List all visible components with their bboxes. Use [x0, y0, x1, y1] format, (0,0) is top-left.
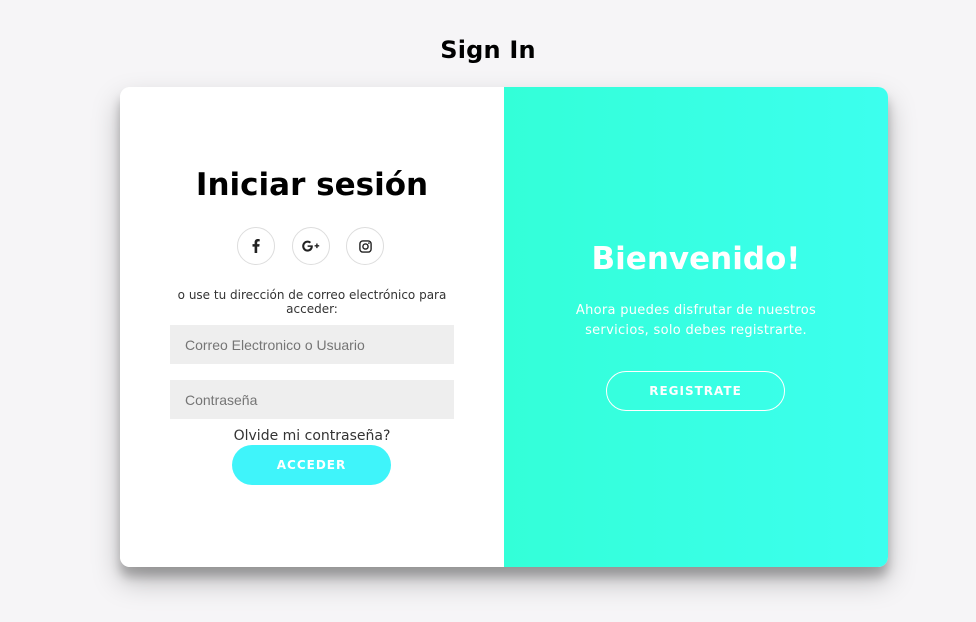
page-title: Sign In	[440, 36, 536, 64]
social-login-group	[237, 227, 387, 267]
sign-in-heading: Iniciar sesión	[195, 167, 429, 203]
register-button[interactable]: REGISTRATE	[606, 371, 785, 411]
welcome-text: Ahora puedes disfrutar de nuestros servi…	[575, 303, 817, 338]
google-plus-button[interactable]	[292, 227, 330, 265]
sign-in-form: Iniciar sesión o use tu dirección de cor…	[120, 87, 504, 567]
welcome-panel: Bienvenido! Ahora puedes disfrutar de nu…	[504, 87, 888, 567]
google-plus-icon	[302, 240, 320, 252]
auth-card: Iniciar sesión o use tu dirección de cor…	[120, 87, 888, 567]
facebook-button[interactable]	[237, 227, 275, 265]
instagram-button[interactable]	[346, 227, 384, 265]
forgot-password-link[interactable]: Olvide mi contraseña?	[120, 428, 504, 444]
password-field[interactable]	[170, 380, 454, 419]
facebook-icon	[252, 239, 260, 253]
email-field[interactable]	[170, 325, 454, 364]
sign-in-button[interactable]: ACCEDER	[232, 445, 391, 485]
instagram-icon	[358, 239, 372, 253]
email-hint-text: o use tu dirección de correo electrónico…	[177, 288, 447, 316]
welcome-title: Bienvenido!	[591, 241, 801, 277]
